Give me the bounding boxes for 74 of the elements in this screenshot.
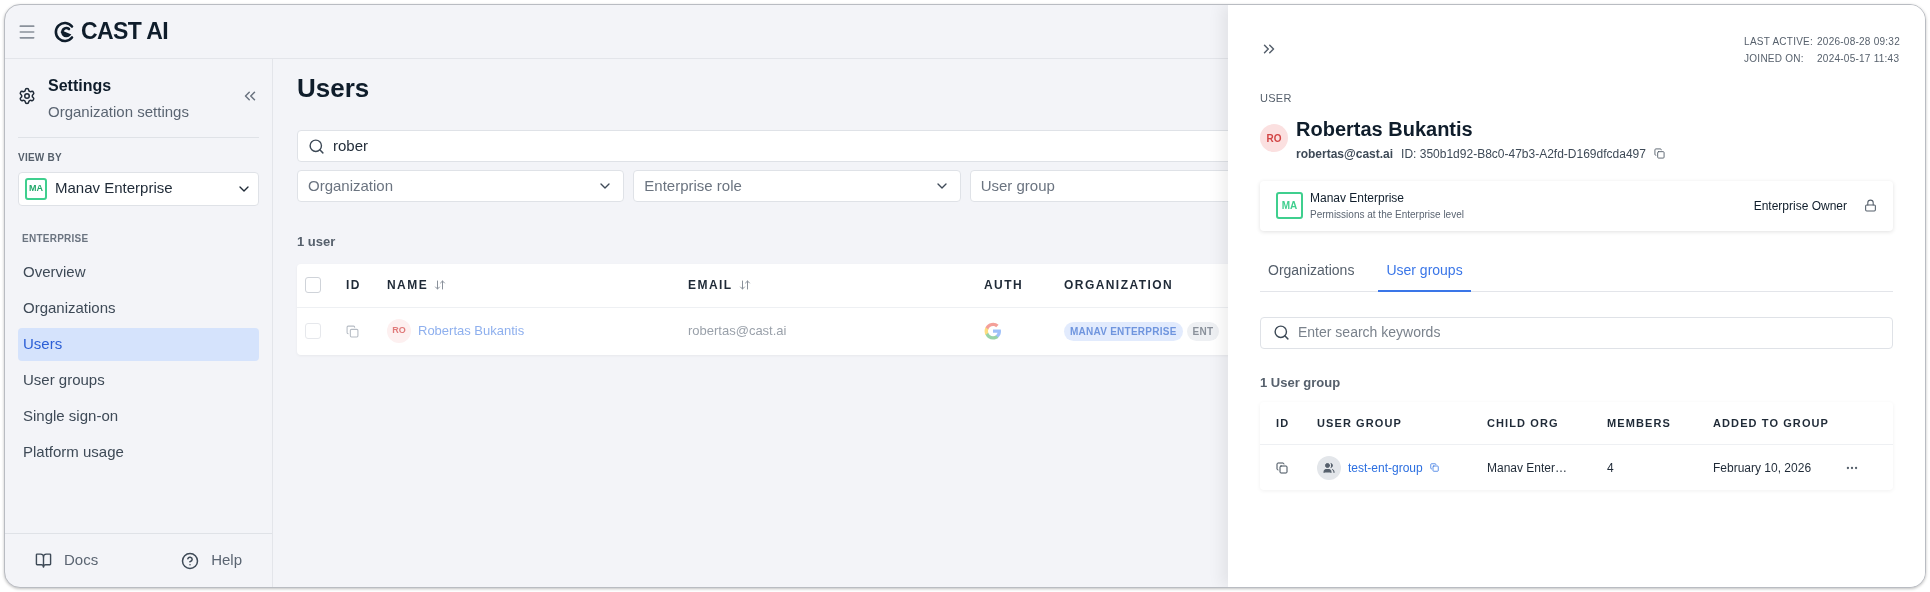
organization-avatar: MA [1276, 192, 1303, 219]
user-name: Robertas Bukantis [1296, 116, 1474, 142]
organization-tag: MANAV ENTERPRISE [1064, 321, 1183, 341]
role-label: Enterprise Owner [1753, 197, 1847, 215]
section-label: ENTERPRISE [22, 231, 90, 246]
column-header: ID [346, 277, 361, 294]
copy-icon[interactable] [1653, 148, 1665, 159]
search-value: rober [333, 135, 369, 156]
search-field[interactable]: rober [297, 130, 1228, 162]
result-count: 1 User group [1260, 373, 1342, 392]
meta-label: LAST ACTIVE: [1744, 35, 1814, 49]
copy-icon[interactable] [1429, 463, 1439, 472]
brand-name: CAST AI [81, 17, 169, 47]
help-icon [181, 551, 200, 570]
filter-dropdown[interactable]: Enterprise role [633, 170, 961, 202]
column-header: NAME [387, 277, 429, 294]
sidebar-title: Settings [48, 76, 113, 96]
sidebar-item[interactable]: Single sign-on [18, 399, 259, 433]
tab[interactable]: User groups [1378, 259, 1471, 292]
group-name-link[interactable]: test-ent-group [1348, 458, 1423, 477]
sidebar-item[interactable]: Users [18, 327, 259, 361]
user-id: ID: 350b1d92-B8c0-47b3-A2fd-D169dfcda497 [1401, 145, 1646, 163]
column-header: USER GROUP [1317, 415, 1403, 431]
settings-icon [18, 87, 36, 105]
search-icon [1273, 324, 1290, 341]
organization-avatar: MA [25, 177, 47, 200]
search-icon [308, 137, 325, 155]
table-cell-text: February 10, 2026 [1713, 459, 1813, 477]
lock-icon [1864, 199, 1877, 212]
sort-icon[interactable] [738, 279, 751, 291]
help-link[interactable]: Help [181, 549, 242, 572]
section-label: USER [1260, 91, 1293, 106]
result-count: 1 user [297, 233, 337, 251]
column-header: ADDED TO GROUP [1713, 415, 1831, 431]
column-header: ORGANIZATION [1064, 277, 1174, 294]
google-icon [984, 322, 1002, 340]
sidebar-subtitle: Organization settings [48, 102, 190, 122]
page-title: Users [297, 72, 371, 105]
sidebar-item[interactable]: Overview [18, 255, 259, 289]
meta-value: 2024-05-17 11:43 [1817, 52, 1900, 66]
copy-icon[interactable] [1276, 461, 1288, 474]
checkbox[interactable] [305, 323, 321, 339]
column-header: AUTH [984, 277, 1024, 294]
view-by-label: VIEW BY [18, 150, 63, 165]
organization-name: Manav Enterprise [55, 178, 174, 199]
column-header: ID [1276, 415, 1291, 431]
table-cell-text: 4 [1607, 459, 1615, 477]
column-header: EMAIL [688, 277, 733, 294]
filter-dropdown[interactable]: User group [969, 170, 1228, 202]
copy-icon[interactable] [346, 324, 359, 338]
organization-select[interactable]: MA Manav Enterprise [18, 171, 259, 206]
organization-description: Permissions at the Enterprise level [1310, 208, 1465, 222]
sidebar-item[interactable]: Organizations [18, 291, 259, 325]
meta-label: JOINED ON: [1744, 52, 1805, 66]
search-field[interactable]: Enter search keywords [1260, 316, 1893, 349]
meta-value: 2026-08-28 09:32 [1817, 35, 1900, 49]
column-header: MEMBERS [1607, 415, 1672, 431]
users-icon [1323, 461, 1335, 474]
tab[interactable]: Organizations [1260, 259, 1363, 292]
sort-icon[interactable] [434, 279, 447, 291]
filter-dropdown[interactable]: Organization [297, 170, 625, 202]
sidebar-item[interactable]: User groups [18, 363, 259, 397]
user-email: robertas@cast.ai [1296, 145, 1394, 163]
table-cell-text: Manav Enter… [1487, 459, 1569, 477]
checkbox[interactable] [305, 277, 321, 293]
book-icon [35, 552, 52, 569]
user-avatar: RO [387, 319, 411, 343]
organization-tag: ENT [1186, 321, 1220, 341]
sidebar-item[interactable]: Platform usage [18, 435, 259, 469]
organization-name: Manav Enterprise [1310, 190, 1406, 207]
table-cell-text: robertas@cast.ai [688, 322, 788, 341]
user-avatar: RO [1260, 124, 1288, 152]
docs-link[interactable]: Docs [35, 549, 99, 572]
column-header: CHILD ORG [1487, 415, 1560, 431]
